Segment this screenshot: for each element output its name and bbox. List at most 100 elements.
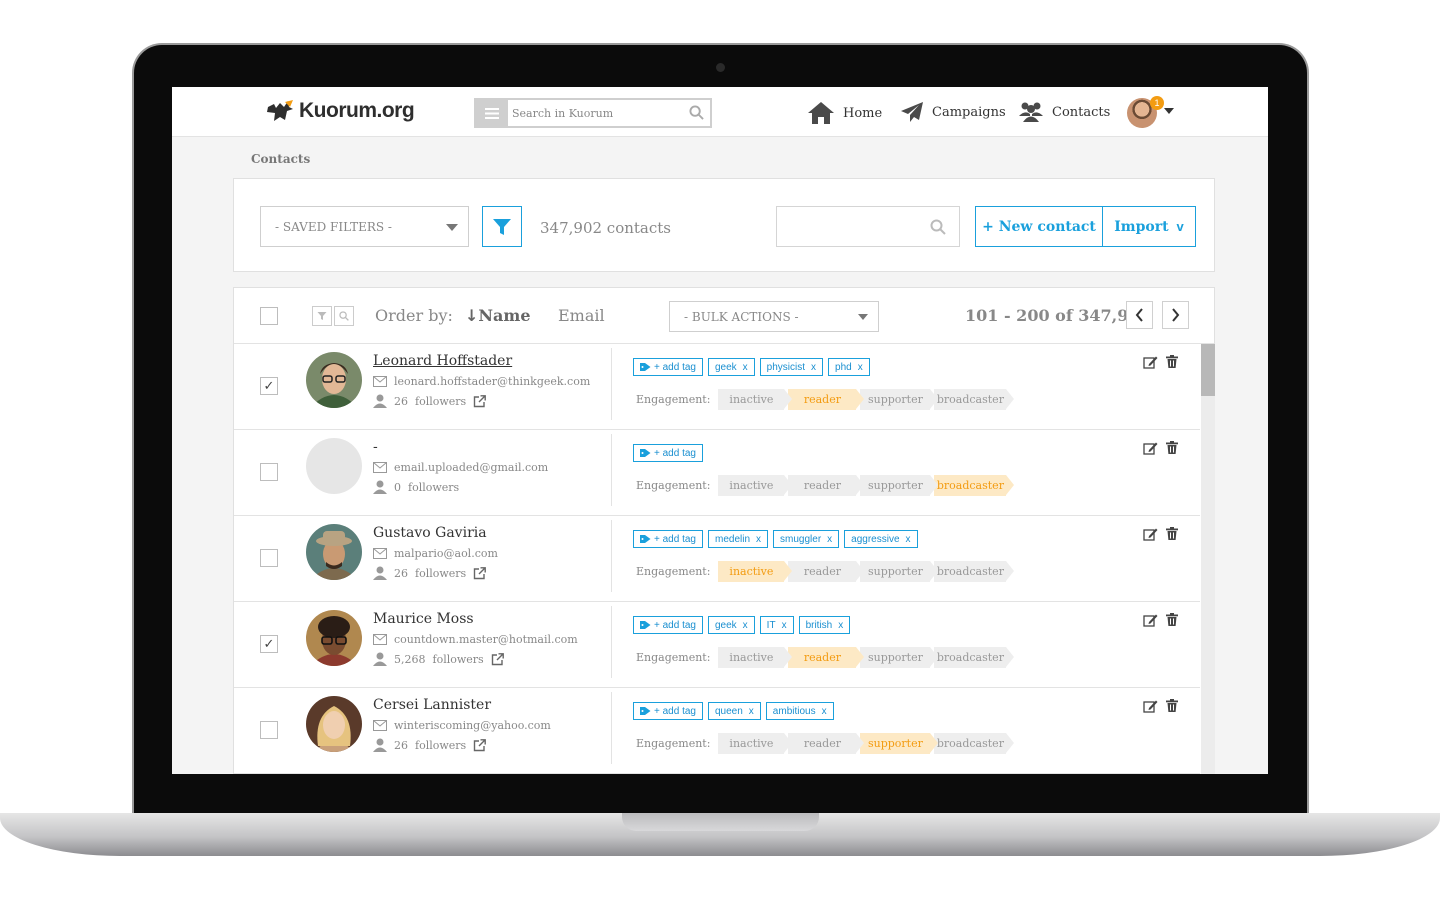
remove-tag-button[interactable]: x <box>827 534 832 545</box>
contact-row[interactable]: ✓ Maurice Moss countdown.master@hotmail.… <box>234 602 1200 688</box>
search-icon[interactable] <box>930 219 946 235</box>
engagement-step-broadcaster[interactable]: broadcaster <box>934 389 1015 410</box>
external-link-icon[interactable] <box>473 394 487 408</box>
engagement-step-broadcaster[interactable]: broadcaster <box>934 561 1015 582</box>
engagement-step-reader[interactable]: reader <box>788 389 865 410</box>
engagement-step-reader[interactable]: reader <box>788 733 865 754</box>
column-search-button[interactable] <box>334 306 354 326</box>
contact-tag[interactable]: medelin x <box>707 530 769 548</box>
edit-icon[interactable] <box>1143 441 1158 455</box>
user-menu-caret-icon[interactable] <box>1164 108 1174 114</box>
new-contact-button[interactable]: + New contact <box>975 206 1103 247</box>
contact-tag[interactable]: smuggler x <box>773 530 840 548</box>
contact-tag[interactable]: aggressive x <box>844 530 918 548</box>
contact-tag[interactable]: phd x <box>828 358 870 376</box>
next-page-button[interactable] <box>1162 301 1189 329</box>
engagement-step-supporter[interactable]: supporter <box>860 475 939 496</box>
contact-name[interactable]: Leonard Hoffstader <box>373 353 512 369</box>
external-link-icon[interactable] <box>473 738 487 752</box>
contact-tag[interactable]: queen x <box>707 702 761 720</box>
nav-home[interactable]: Home <box>807 101 882 125</box>
row-checkbox[interactable]: ✓ <box>260 377 278 395</box>
contact-row[interactable]: - email.uploaded@gmail.com 0 followers +… <box>234 430 1200 516</box>
engagement-step-reader[interactable]: reader <box>788 647 865 668</box>
scrollbar-thumb[interactable] <box>1201 344 1215 396</box>
trash-icon[interactable] <box>1166 613 1178 626</box>
notification-badge[interactable]: 1 <box>1150 96 1164 110</box>
remove-tag-button[interactable]: x <box>749 706 754 717</box>
contact-name[interactable]: Gustavo Gaviria <box>373 525 487 541</box>
bulk-actions-select[interactable]: - BULK ACTIONS - <box>669 301 879 332</box>
import-button[interactable]: Import v <box>1102 206 1196 247</box>
contact-name[interactable]: - <box>373 439 378 455</box>
trash-icon[interactable] <box>1166 441 1178 454</box>
engagement-step-broadcaster[interactable]: broadcaster <box>934 475 1015 496</box>
engagement-step-supporter[interactable]: supporter <box>860 389 939 410</box>
filter-button[interactable] <box>482 206 522 247</box>
contact-tag[interactable]: ambitious x <box>765 702 834 720</box>
brand-logo[interactable]: Kuorum.org <box>265 95 415 127</box>
add-tag-button[interactable]: + add tag <box>633 444 703 462</box>
edit-icon[interactable] <box>1143 355 1158 369</box>
engagement-step-supporter[interactable]: supporter <box>860 561 939 582</box>
edit-icon[interactable] <box>1143 527 1158 541</box>
remove-tag-button[interactable]: x <box>858 362 863 373</box>
contact-tag[interactable]: geek x <box>707 358 755 376</box>
row-checkbox[interactable] <box>260 549 278 567</box>
engagement-step-inactive[interactable]: inactive <box>718 389 793 410</box>
remove-tag-button[interactable]: x <box>838 620 843 631</box>
add-tag-button[interactable]: + add tag <box>633 616 703 634</box>
contact-row[interactable]: ✓ Leonard Hoffstader leonard.hoffstader@… <box>234 344 1200 430</box>
external-link-icon[interactable] <box>473 566 487 580</box>
menu-button[interactable] <box>476 100 508 126</box>
contact-row[interactable]: Gustavo Gaviria malpario@aol.com 26 foll… <box>234 516 1200 602</box>
saved-filters-select[interactable]: - SAVED FILTERS - <box>260 206 469 247</box>
remove-tag-button[interactable]: x <box>811 362 816 373</box>
column-filter-button[interactable] <box>312 306 332 326</box>
order-by-email[interactable]: Email <box>558 306 605 325</box>
engagement-step-reader[interactable]: reader <box>788 475 865 496</box>
engagement-step-supporter[interactable]: supporter <box>860 647 939 668</box>
add-tag-button[interactable]: + add tag <box>633 358 703 376</box>
engagement-step-inactive[interactable]: inactive <box>718 733 793 754</box>
contact-row[interactable]: Cersei Lannister winteriscoming@yahoo.co… <box>234 688 1200 774</box>
search-input[interactable] <box>512 103 682 123</box>
remove-tag-button[interactable]: x <box>782 620 787 631</box>
trash-icon[interactable] <box>1166 355 1178 368</box>
remove-tag-button[interactable]: x <box>756 534 761 545</box>
engagement-step-inactive[interactable]: inactive <box>718 475 793 496</box>
row-checkbox[interactable] <box>260 721 278 739</box>
row-checkbox[interactable]: ✓ <box>260 635 278 653</box>
prev-page-button[interactable] <box>1126 301 1153 329</box>
remove-tag-button[interactable]: x <box>906 534 911 545</box>
contact-name[interactable]: Maurice Moss <box>373 611 474 627</box>
edit-icon[interactable] <box>1143 613 1158 627</box>
engagement-step-broadcaster[interactable]: broadcaster <box>934 733 1015 754</box>
trash-icon[interactable] <box>1166 527 1178 540</box>
contact-tag[interactable]: physicist x <box>759 358 824 376</box>
external-link-icon[interactable] <box>491 652 504 666</box>
remove-tag-button[interactable]: x <box>822 706 827 717</box>
contacts-search-input[interactable] <box>776 206 960 247</box>
contact-name[interactable]: Cersei Lannister <box>373 697 491 713</box>
nav-contacts[interactable]: Contacts <box>1018 101 1110 123</box>
engagement-step-inactive[interactable]: inactive <box>718 647 793 668</box>
edit-icon[interactable] <box>1143 699 1158 713</box>
engagement-step-reader[interactable]: reader <box>788 561 865 582</box>
remove-tag-button[interactable]: x <box>743 362 748 373</box>
engagement-step-supporter[interactable]: supporter <box>860 733 939 754</box>
contact-tag[interactable]: geek x <box>707 616 755 634</box>
scrollbar-track[interactable] <box>1201 344 1215 774</box>
engagement-step-inactive[interactable]: inactive <box>718 561 793 582</box>
contact-tag[interactable]: british x <box>798 616 851 634</box>
engagement-step-broadcaster[interactable]: broadcaster <box>934 647 1015 668</box>
trash-icon[interactable] <box>1166 699 1178 712</box>
remove-tag-button[interactable]: x <box>743 620 748 631</box>
order-by-name[interactable]: ↓Name <box>465 306 531 325</box>
add-tag-button[interactable]: + add tag <box>633 530 703 548</box>
contact-tag[interactable]: IT x <box>759 616 794 634</box>
select-all-checkbox[interactable] <box>260 307 278 325</box>
search-icon[interactable] <box>689 105 704 120</box>
nav-campaigns[interactable]: Campaigns <box>900 101 1006 123</box>
row-checkbox[interactable] <box>260 463 278 481</box>
